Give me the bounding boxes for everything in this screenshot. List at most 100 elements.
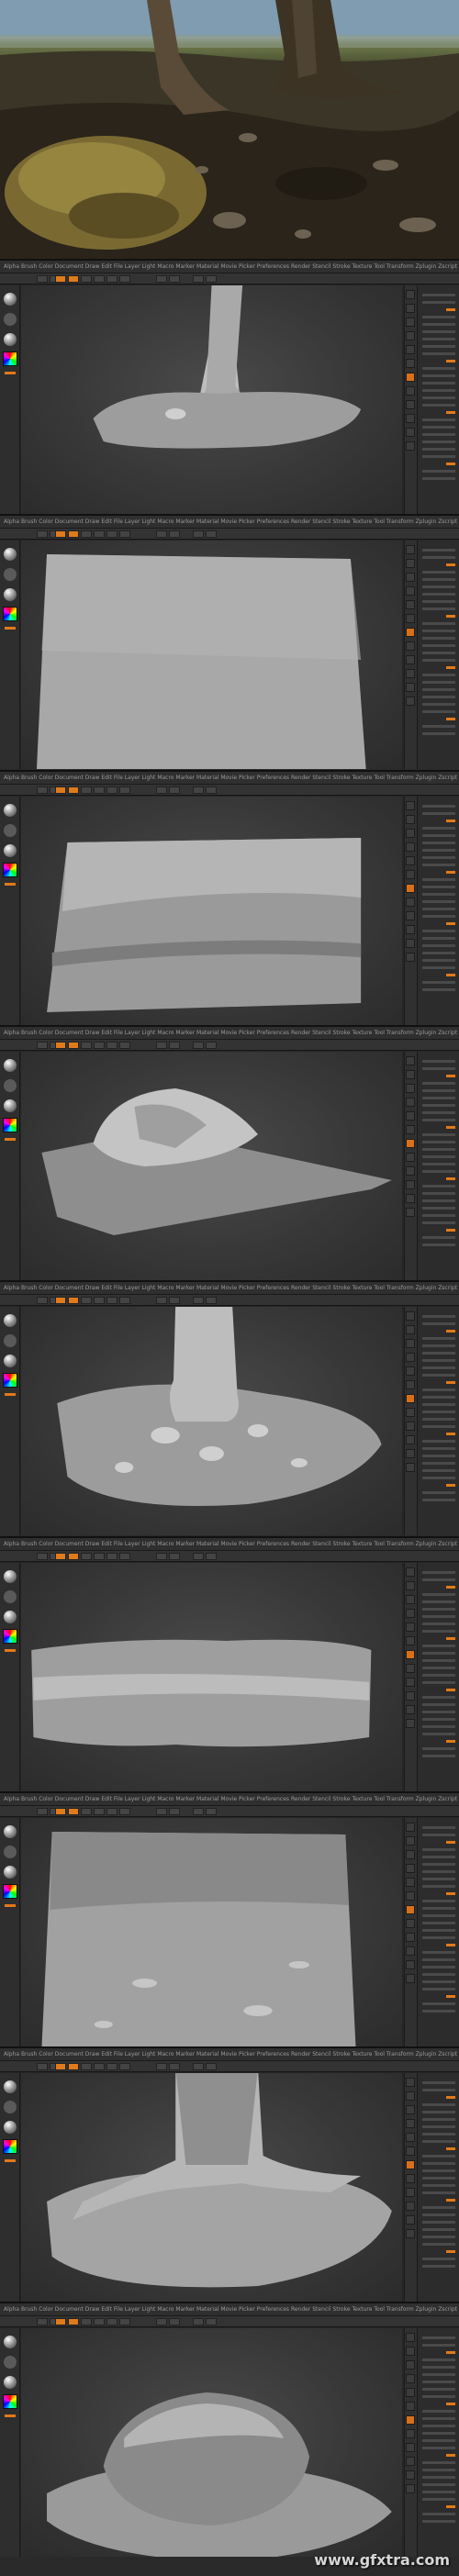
palette-row[interactable] [422, 1315, 455, 1318]
palette-row[interactable] [422, 1199, 455, 1202]
color-chip[interactable] [5, 1904, 16, 1907]
palette-row[interactable] [446, 1484, 455, 1487]
palette-row[interactable] [422, 1681, 455, 1684]
toolbar-button[interactable] [193, 2318, 204, 2325]
palette-row[interactable] [422, 2461, 455, 2464]
palette-row[interactable] [422, 2002, 455, 2005]
palette-row[interactable] [422, 608, 455, 610]
palette-row[interactable] [422, 1914, 455, 1917]
toolbar-button[interactable] [169, 275, 180, 283]
palette-row[interactable] [422, 2344, 455, 2347]
toolbar-button[interactable] [156, 786, 167, 794]
palette-row[interactable] [422, 1834, 455, 1836]
palette-row[interactable] [422, 2388, 455, 2391]
palette-row[interactable] [422, 593, 455, 596]
palette-row[interactable] [422, 915, 455, 918]
palette-row[interactable] [422, 1344, 455, 1347]
shelf-button[interactable] [406, 2147, 415, 2156]
shelf-button[interactable] [406, 1084, 415, 1093]
toolbar-button[interactable] [68, 2318, 79, 2325]
material-icon[interactable] [4, 1355, 17, 1367]
toolbar-button[interactable] [169, 2318, 180, 2325]
toolbar-button[interactable] [55, 275, 66, 283]
shelf-button[interactable] [406, 1408, 415, 1417]
toolbar-button[interactable] [206, 1808, 217, 1815]
shelf-button[interactable] [406, 2133, 415, 2142]
shelf-button[interactable] [406, 559, 415, 568]
shelf-button[interactable] [406, 842, 415, 852]
palette-row[interactable] [422, 1097, 455, 1099]
toolbar-button[interactable] [81, 1042, 92, 1049]
toolbar-button[interactable] [119, 1808, 130, 1815]
palette-row[interactable] [446, 411, 455, 414]
toolbar-button[interactable] [55, 1042, 66, 1049]
palette-row[interactable] [422, 1060, 455, 1063]
shelf-button[interactable] [406, 2360, 415, 2370]
shelf-button[interactable] [406, 1850, 415, 1859]
palette-row[interactable] [422, 1958, 455, 1961]
palette-row[interactable] [422, 1907, 455, 1910]
shelf-button[interactable] [406, 2105, 415, 2114]
shelf-button[interactable] [406, 1180, 415, 1189]
toolbar-button[interactable] [55, 1553, 66, 1560]
palette-row[interactable] [422, 637, 455, 640]
brush-icon[interactable] [4, 2080, 17, 2093]
toolbar-button[interactable] [68, 530, 79, 538]
palette-row[interactable] [446, 1892, 455, 1895]
stroke-icon[interactable] [4, 824, 17, 837]
shelf-button[interactable] [406, 2374, 415, 2383]
shelf-button[interactable] [406, 1678, 415, 1687]
color-chip[interactable] [5, 372, 16, 374]
palette-row[interactable] [422, 2373, 455, 2376]
toolbar-button[interactable] [55, 786, 66, 794]
palette-row[interactable] [422, 1491, 455, 1494]
palette-row[interactable] [422, 1425, 455, 1428]
palette-row[interactable] [446, 2096, 455, 2099]
palette-row[interactable] [422, 2236, 455, 2238]
material-icon[interactable] [4, 588, 17, 601]
palette-row[interactable] [446, 308, 455, 311]
shelf-button[interactable] [406, 1836, 415, 1846]
palette-row[interactable] [422, 1148, 455, 1151]
toolbar-button[interactable] [106, 1042, 118, 1049]
toolbar-button[interactable] [119, 1042, 130, 1049]
palette-row[interactable] [422, 396, 455, 399]
shelf-button[interactable] [406, 1366, 415, 1376]
palette-row[interactable] [422, 1447, 455, 1450]
color-chip[interactable] [5, 1649, 16, 1652]
palette-row[interactable] [422, 1645, 455, 1647]
palette-row[interactable] [422, 1755, 455, 1757]
color-picker[interactable] [3, 2394, 17, 2409]
color-picker[interactable] [3, 607, 17, 621]
palette-row[interactable] [422, 959, 455, 962]
palette-row[interactable] [422, 1966, 455, 1968]
toolbar-button[interactable] [81, 786, 92, 794]
shelf-button[interactable] [406, 2078, 415, 2087]
shelf-button[interactable] [406, 614, 415, 623]
toolbar-button[interactable] [37, 2063, 48, 2070]
palette-row[interactable] [422, 1403, 455, 1406]
shelf-button[interactable] [406, 856, 415, 865]
shelf-button[interactable] [406, 318, 415, 327]
shelf-button[interactable] [406, 655, 415, 664]
palette-row[interactable] [446, 2351, 455, 2354]
color-picker[interactable] [3, 1884, 17, 1899]
palette-row[interactable] [422, 2476, 455, 2479]
shelf-button[interactable] [406, 600, 415, 609]
shelf-button[interactable] [406, 386, 415, 396]
shelf-button[interactable] [406, 1595, 415, 1604]
shelf-button[interactable] [406, 290, 415, 299]
toolbar-button[interactable] [206, 1553, 217, 1560]
palette-row[interactable] [422, 1477, 455, 1479]
color-chip[interactable] [5, 883, 16, 886]
palette-row[interactable] [422, 1711, 455, 1713]
toolbar-button[interactable] [94, 2063, 105, 2070]
palette-row[interactable] [422, 1725, 455, 1728]
shelf-button[interactable] [406, 1394, 415, 1403]
shelf-button[interactable] [406, 545, 415, 554]
toolbar-button[interactable] [119, 786, 130, 794]
toolbar-button[interactable] [156, 2318, 167, 2325]
palette-row[interactable] [422, 1170, 455, 1173]
palette-row[interactable] [422, 404, 455, 407]
toolbar-button[interactable] [119, 1297, 130, 1304]
